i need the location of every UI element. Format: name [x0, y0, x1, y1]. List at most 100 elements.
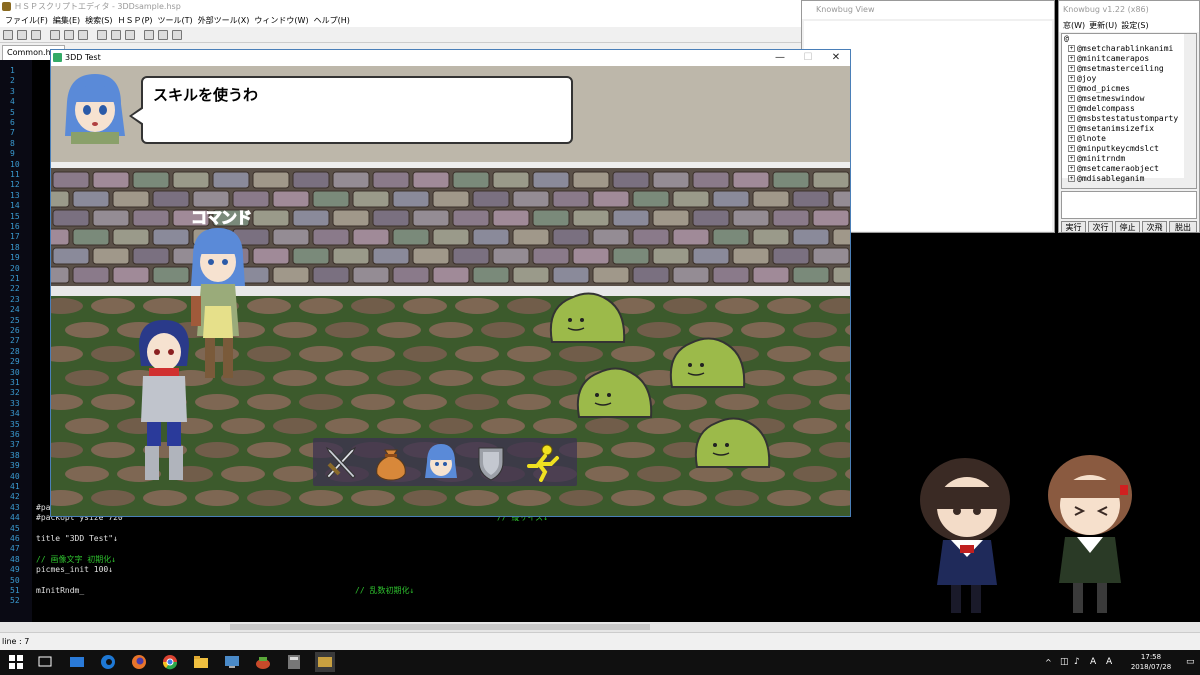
step-out-button[interactable]: 脱出: [1169, 221, 1197, 233]
knowbug-view-title[interactable]: Knowbug View: [802, 1, 1054, 19]
expand-plus-icon[interactable]: +: [1068, 155, 1075, 162]
chrome-icon[interactable]: [162, 654, 178, 670]
start-windows-icon[interactable]: [8, 654, 24, 670]
knowbug-variable-tree[interactable]: @ + @msetcharablinkanimi + @minitcamerapos +…: [1061, 33, 1197, 189]
menu-help[interactable]: ヘルプ(H): [314, 16, 350, 25]
open-file-icon[interactable]: [17, 30, 27, 40]
menu-hsp[interactable]: ＨＳＰ(P): [117, 16, 152, 25]
expand-plus-icon[interactable]: +: [1068, 105, 1075, 112]
game-app-icon: [53, 53, 62, 62]
find-icon[interactable]: [125, 30, 135, 40]
tray-chevron-icon[interactable]: ^: [1045, 658, 1052, 667]
knowbug-output-box[interactable]: [1061, 191, 1197, 219]
code-comment[interactable]: // 画像文字 初期化↓: [36, 555, 116, 565]
undo-icon[interactable]: [97, 30, 107, 40]
step-over-button[interactable]: 次飛: [1142, 221, 1167, 233]
close-icon[interactable]: ✕: [822, 50, 850, 66]
tree-item[interactable]: + @minputkeycmdslct: [1068, 144, 1159, 154]
tree-item[interactable]: + @msetmasterceiling: [1068, 64, 1164, 74]
tree-item-label: @minitrndm: [1077, 154, 1126, 163]
menu-file[interactable]: ファイル(F): [5, 16, 48, 25]
kb-menu-settings[interactable]: 設定(S): [1121, 21, 1148, 30]
tree-item[interactable]: + @mdelcompass: [1068, 104, 1135, 114]
character-portrait-icon[interactable]: [421, 442, 461, 482]
run-button[interactable]: 実行: [1061, 221, 1086, 233]
game-title-bar[interactable]: 3DD Test — ☐ ✕: [51, 50, 850, 66]
code-line[interactable]: picmes_init 100↓: [36, 565, 113, 575]
expand-plus-icon[interactable]: +: [1068, 145, 1075, 152]
tree-item[interactable]: + @msetanimsizefix: [1068, 124, 1154, 134]
menu-tools[interactable]: ツール(T): [158, 16, 193, 25]
expand-plus-icon[interactable]: +: [1068, 55, 1075, 62]
settings-icon[interactable]: [172, 30, 182, 40]
tray-network-icon[interactable]: ◫: [1060, 657, 1069, 667]
game-scene[interactable]: スキルを使うわ コマンド: [51, 66, 850, 516]
compile-icon[interactable]: [144, 30, 154, 40]
menu-search[interactable]: 検索(S): [85, 16, 112, 25]
copy-icon[interactable]: [64, 30, 74, 40]
tray-language-icon[interactable]: A: [1090, 657, 1096, 667]
tree-item[interactable]: + @mdisableganim: [1068, 174, 1144, 184]
tray-volume-icon[interactable]: ♪: [1074, 657, 1080, 667]
expand-plus-icon[interactable]: +: [1068, 45, 1075, 52]
save-file-icon[interactable]: [31, 30, 41, 40]
tree-vertical-scrollbar[interactable]: [1184, 34, 1196, 188]
paste-icon[interactable]: [78, 30, 88, 40]
tree-item[interactable]: + @msetmeswindow: [1068, 94, 1144, 104]
horizontal-scroll-thumb[interactable]: [230, 624, 650, 630]
notification-icon[interactable]: ▭: [1186, 657, 1195, 667]
code-line[interactable]: title "3DD Test"↓: [36, 534, 118, 544]
tray-ime-icon[interactable]: A: [1106, 657, 1112, 667]
expand-plus-icon[interactable]: +: [1068, 135, 1075, 142]
new-file-icon[interactable]: [3, 30, 13, 40]
remote-desktop-icon[interactable]: [224, 654, 240, 670]
code-line[interactable]: mInitRndm_: [36, 586, 84, 596]
expand-plus-icon[interactable]: +: [1068, 165, 1075, 172]
kb-menu-update[interactable]: 更新(U): [1089, 21, 1117, 30]
game-app-taskbar-icon[interactable]: [255, 654, 271, 670]
tree-item[interactable]: + @minitcamerapos: [1068, 54, 1149, 64]
minimize-icon[interactable]: —: [766, 50, 794, 66]
expand-plus-icon[interactable]: +: [1068, 65, 1075, 72]
task-view-icon[interactable]: [37, 654, 53, 670]
taskbar-clock[interactable]: 17:58 2018/07/28: [1124, 652, 1178, 672]
stop-button[interactable]: 停止: [1115, 221, 1140, 233]
menu-edit[interactable]: 編集(E): [53, 16, 80, 25]
maximize-icon[interactable]: ☐: [794, 50, 822, 66]
menu-external-tools[interactable]: 外部ツール(X): [198, 16, 250, 25]
step-button[interactable]: 次行: [1088, 221, 1113, 233]
cut-icon[interactable]: [50, 30, 60, 40]
expand-plus-icon[interactable]: +: [1068, 175, 1075, 182]
calculator-icon[interactable]: [286, 654, 302, 670]
firefox-icon[interactable]: [131, 654, 147, 670]
tree-root[interactable]: @: [1064, 34, 1069, 44]
run-icon[interactable]: [158, 30, 168, 40]
kb-menu-window[interactable]: 窓(W): [1063, 21, 1085, 30]
editor-title-bar[interactable]: ＨＳＰスクリプトエディタ - 3DDsample.hsp: [0, 0, 805, 14]
expand-plus-icon[interactable]: +: [1068, 115, 1075, 122]
line-number: 45: [10, 523, 20, 533]
file-explorer-icon[interactable]: [193, 654, 209, 670]
expand-plus-icon[interactable]: +: [1068, 95, 1075, 102]
knowbug-title[interactable]: Knowbug v1.22 (x86): [1059, 1, 1199, 19]
tree-item[interactable]: + @lnote: [1068, 134, 1106, 144]
tree-item[interactable]: + @msetcharablinkanimi: [1068, 44, 1173, 54]
edge-browser-icon[interactable]: [100, 654, 116, 670]
tree-item[interactable]: + @mod_picmes: [1068, 84, 1130, 94]
tree-item[interactable]: + @minitrndm: [1068, 154, 1125, 164]
code-comment[interactable]: // 乱数初期化↓: [355, 586, 414, 596]
tree-item[interactable]: + @joy: [1068, 74, 1096, 84]
hsp-editor-taskbar-icon[interactable]: [315, 652, 335, 672]
menu-window[interactable]: ウィンドウ(W): [254, 16, 308, 25]
mail-app-icon[interactable]: [69, 654, 85, 670]
tree-item[interactable]: + @msbstestatustomparty: [1068, 114, 1178, 124]
expand-plus-icon[interactable]: +: [1068, 85, 1075, 92]
redo-icon[interactable]: [111, 30, 121, 40]
expand-plus-icon[interactable]: +: [1068, 75, 1075, 82]
tree-item[interactable]: + @msetcameraobject: [1068, 164, 1159, 174]
item-bag-icon[interactable]: [371, 442, 411, 482]
defend-shield-icon[interactable]: [471, 442, 511, 482]
escape-run-icon[interactable]: [521, 442, 561, 482]
expand-plus-icon[interactable]: +: [1068, 125, 1075, 132]
attack-sword-icon[interactable]: [321, 442, 361, 482]
